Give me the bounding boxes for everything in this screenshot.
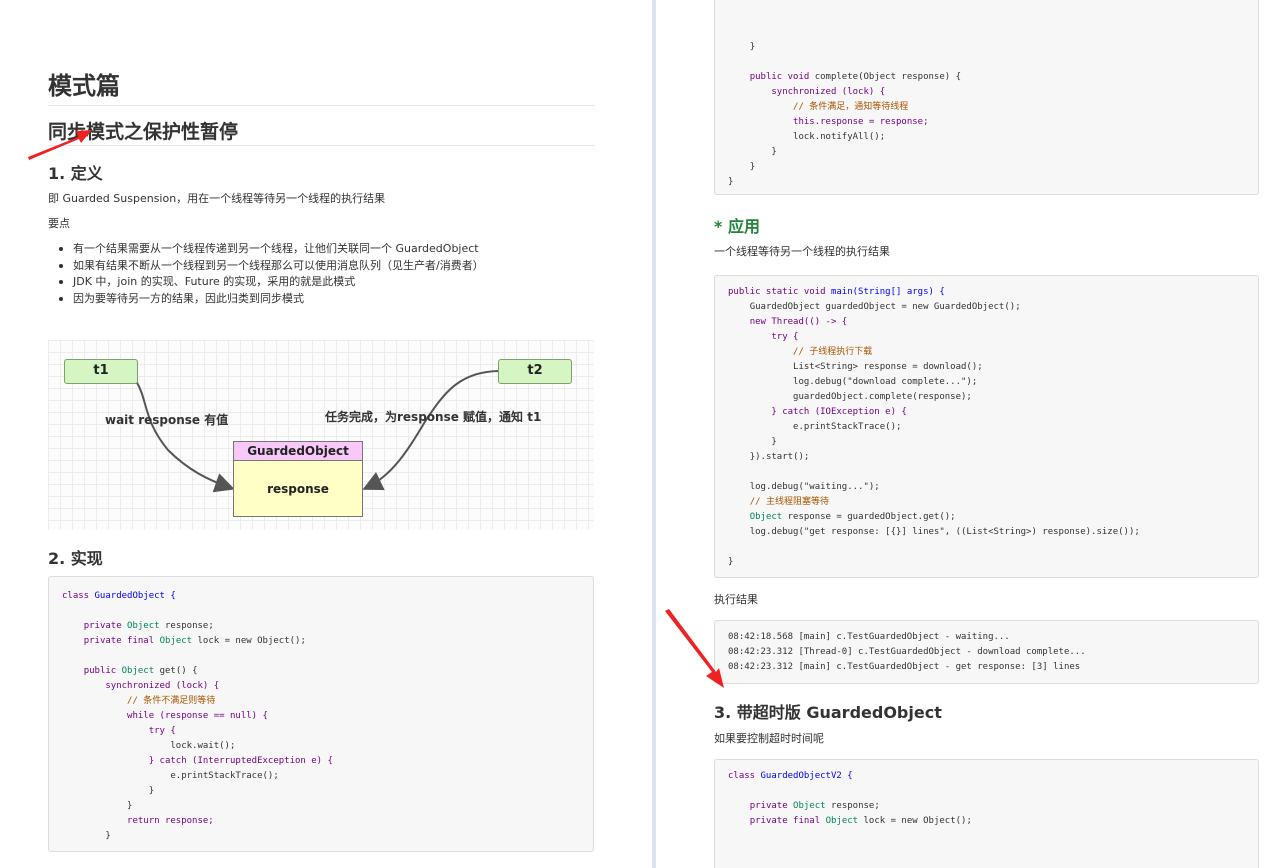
section-timeout-version: 3. 带超时版 GuardedObject (714, 703, 942, 722)
code-line: } (749, 162, 756, 172)
left-page: 模式篇 同步模式之保护性暂停 1. 定义 即 Guarded Suspensio… (0, 0, 652, 868)
code-line: } catch (IOException e) { (771, 407, 907, 417)
code-line: e.printStackTrace(); (793, 422, 902, 432)
guarded-object-header: GuardedObject (234, 442, 362, 461)
code-line: } (771, 437, 777, 447)
timeout-text: 如果要控制超时时间呢 (714, 732, 824, 745)
code-line: public static void main(String[] args) { (728, 287, 945, 297)
code-line: } catch (InterruptedException e) { (148, 756, 333, 766)
right-page: } public void complete(Object response) … (656, 0, 1276, 868)
code-line: GuardedObject guardedObject = new Guarde… (749, 302, 1021, 312)
code-line: List<String> response = download(); (793, 362, 983, 372)
code-line: try { (148, 726, 176, 736)
code-line: }).start(); (749, 452, 810, 462)
code-line: private final Object lock = new Object()… (749, 816, 972, 826)
thread-t1-box: t1 (64, 359, 138, 384)
code-line: guardedObject.complete(response); (793, 392, 972, 402)
list-item: 如果有结果不断从一个线程到另一个线程那么可以使用消息队列（见生产者/消费者） (56, 258, 484, 275)
guarded-suspension-diagram: t1 t2 wait response 有值 任务完成，为response 赋值… (48, 340, 594, 530)
code-line: log.debug("waiting..."); (749, 482, 880, 492)
output-line: 08:42:23.312 [main] c.TestGuardedObject … (728, 662, 1081, 672)
code-line: e.printStackTrace(); (170, 771, 279, 781)
points-list: 有一个结果需要从一个线程传递到另一个线程，让他们关联同一个 GuardedObj… (56, 241, 484, 307)
code-line: private Object response; (83, 621, 214, 631)
code-line: new Thread(() -> { (749, 317, 848, 327)
code-line: try { (771, 332, 799, 342)
code-line: lock.wait(); (170, 741, 236, 751)
arrow-t2-to-guarded (362, 370, 499, 491)
thread-t2-box: t2 (498, 359, 572, 384)
section-definition: 1. 定义 (48, 164, 103, 183)
guarded-object-box: GuardedObject response (233, 441, 363, 517)
label-task-complete: 任务完成，为response 赋值，通知 t1 (325, 410, 542, 424)
code-line: } (148, 786, 155, 796)
code-line: } (771, 147, 777, 157)
code-line: private final Object lock = new Object()… (83, 636, 306, 646)
code-line: } (105, 831, 111, 841)
code-line: private Object response; (749, 801, 880, 811)
application-text: 一个线程等待另一个线程的执行结果 (714, 245, 890, 258)
label-wait-response: wait response 有值 (105, 413, 229, 427)
subtitle-rule (48, 145, 594, 146)
code-block-impl: class GuardedObject { private Object res… (48, 576, 594, 852)
code-block-complete: } public void complete(Object response) … (714, 0, 1259, 195)
code-line: } (728, 557, 734, 567)
guarded-object-field: response (267, 482, 329, 496)
code-line: lock.notifyAll(); (793, 132, 886, 142)
code-line: synchronized (lock) { (105, 681, 220, 691)
code-block-v2: class GuardedObjectV2 { private Object r… (714, 759, 1259, 868)
code-line: while (response == null) { (127, 711, 268, 721)
code-line: this.response = response; (793, 117, 929, 127)
output-block: 08:42:18.568 [main] c.TestGuardedObject … (714, 620, 1259, 684)
section-implementation: 2. 实现 (48, 549, 103, 568)
code-line: } (728, 177, 734, 187)
code-line: log.debug("download complete..."); (793, 377, 978, 387)
code-line: // 主线程阻塞等待 (749, 497, 829, 507)
output-line: 08:42:18.568 [main] c.TestGuardedObject … (728, 632, 1010, 642)
code-line: Object response = guardedObject.get(); (749, 512, 956, 522)
result-label: 执行结果 (714, 593, 758, 606)
definition-text: 即 Guarded Suspension，用在一个线程等待另一个线程的执行结果 (48, 192, 386, 205)
code-line: // 条件不满足则等待 (127, 696, 216, 706)
code-line: class GuardedObject { (62, 591, 176, 601)
code-line: log.debug("get response: [{}] lines", ((… (749, 527, 1140, 537)
code-line: } (127, 801, 133, 811)
title-rule (48, 105, 594, 106)
subtitle: 同步模式之保护性暂停 (48, 121, 239, 143)
code-line: return response; (127, 816, 214, 826)
points-label: 要点 (48, 217, 70, 230)
code-line: public void complete(Object response) { (749, 72, 962, 82)
code-line: // 条件满足，通知等待线程 (793, 102, 909, 112)
code-line: // 子线程执行下载 (793, 347, 873, 357)
code-block-main: public static void main(String[] args) {… (714, 275, 1259, 578)
code-line: } (749, 42, 756, 52)
list-item: JDK 中，join 的实现、Future 的实现，采用的就是此模式 (56, 274, 484, 291)
code-line: class GuardedObjectV2 { (728, 771, 853, 781)
list-item: 有一个结果需要从一个线程传递到另一个线程，让他们关联同一个 GuardedObj… (56, 241, 484, 258)
page-title: 模式篇 (48, 72, 120, 100)
code-line: public Object get() { (83, 666, 198, 676)
output-line: 08:42:23.312 [Thread-0] c.TestGuardedObj… (728, 647, 1086, 657)
list-item: 因为要等待另一方的结果，因此归类到同步模式 (56, 291, 484, 308)
section-application: * 应用 (714, 217, 760, 236)
arrow-t1-to-guarded (135, 380, 235, 493)
code-line: synchronized (lock) { (771, 87, 886, 97)
